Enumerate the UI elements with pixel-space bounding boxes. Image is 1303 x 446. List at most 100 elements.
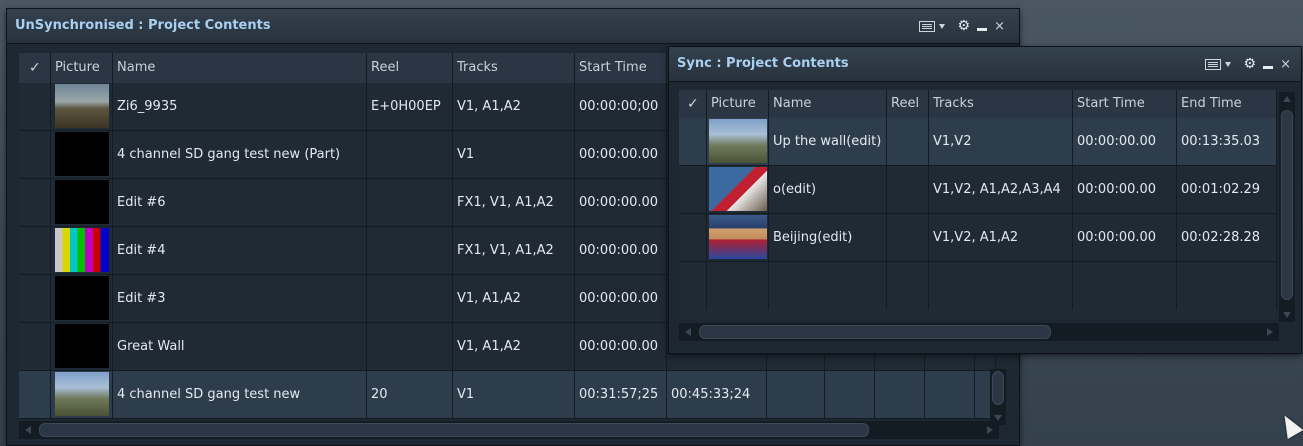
clip-name: o(edit): [769, 166, 887, 213]
tracks-cell: V1, A1,A2: [453, 83, 575, 130]
select-all-checkbox[interactable]: ✓: [679, 90, 707, 118]
vertical-scroll-thumb[interactable]: [992, 371, 1004, 405]
thumbnail-image: [709, 215, 767, 259]
picture-cell: [51, 323, 113, 370]
gear-icon[interactable]: ⚙: [958, 19, 971, 33]
column-header-tracks[interactable]: Tracks: [929, 90, 1073, 118]
column-header-picture[interactable]: Picture: [51, 53, 113, 83]
start-time-cell: 00:00:00.00: [575, 323, 667, 370]
row-checkbox[interactable]: [19, 83, 51, 130]
end-time-cell: 00:45:33;24: [667, 371, 767, 418]
horizontal-scrollbar[interactable]: [19, 421, 999, 439]
picture-cell: [707, 214, 769, 261]
clip-name: Edit #4: [113, 227, 367, 274]
reel-cell: [367, 323, 453, 370]
row-checkbox[interactable]: [679, 214, 707, 261]
reel-cell: [367, 131, 453, 178]
row-checkbox[interactable]: [679, 166, 707, 213]
gear-icon[interactable]: ⚙: [1244, 57, 1257, 71]
empty-cell: [767, 371, 825, 418]
select-all-checkbox[interactable]: ✓: [19, 53, 51, 83]
thumbnail-image: [709, 167, 767, 211]
column-header-name[interactable]: Name: [113, 53, 367, 83]
close-icon[interactable]: ×: [994, 20, 1005, 33]
end-time-cell: 00:01:02.29: [1177, 166, 1277, 213]
start-time-cell: 00:00:00;00: [575, 83, 667, 130]
column-header-start-time[interactable]: Start Time: [1073, 90, 1177, 118]
mouse-pointer-icon: [1276, 410, 1303, 440]
start-time-cell: 00:00:00.00: [575, 275, 667, 322]
tracks-cell: V1: [453, 131, 575, 178]
empty-cell: [925, 371, 975, 418]
reel-cell: E+0H00EP: [367, 83, 453, 130]
horizontal-scrollbar[interactable]: [679, 323, 1279, 341]
tracks-cell: FX1, V1, A1,A2: [453, 227, 575, 274]
start-time-cell: 00:31:57;25: [575, 371, 667, 418]
row-checkbox[interactable]: [19, 371, 51, 418]
clip-name: Edit #3: [113, 275, 367, 322]
thumbnail-image: [709, 119, 767, 163]
table-row[interactable]: o(edit) V1,V2, A1,A2,A3,A4 00:00:00.00 00:0…: [679, 166, 1277, 214]
vertical-scroll-thumb[interactable]: [1281, 110, 1293, 300]
column-header-tracks[interactable]: Tracks: [453, 53, 575, 83]
row-checkbox[interactable]: [679, 118, 707, 165]
picture-cell: [707, 166, 769, 213]
table-row[interactable]: Up the wall(edit) V1,V2 00:00:00.00 00:13:3…: [679, 118, 1277, 166]
horizontal-scroll-thumb[interactable]: [39, 423, 869, 437]
start-time-cell: 00:00:00.00: [575, 227, 667, 274]
scroll-right-arrow-icon[interactable]: [987, 426, 993, 434]
unsync-panel-titlebar[interactable]: UnSynchronised : Project Contents ⚙ ×: [7, 9, 1019, 44]
clip-name: Edit #6: [113, 179, 367, 226]
panel-title: UnSynchronised : Project Contents: [15, 18, 271, 33]
tracks-cell: V1, A1,A2: [453, 323, 575, 370]
list-menu-icon[interactable]: [1204, 58, 1221, 70]
reel-cell: [367, 179, 453, 226]
table-row[interactable]: 4 channel SD gang test new 20 V1 00:31:57;2…: [19, 371, 996, 419]
reel-cell: [367, 227, 453, 274]
start-time-cell: 00:00:00.00: [1073, 214, 1177, 261]
picture-cell: [51, 179, 113, 226]
clip-name: 4 channel SD gang test new: [113, 371, 367, 418]
reel-cell: [887, 214, 929, 261]
list-menu-icon[interactable]: [918, 20, 935, 32]
scroll-left-arrow-icon[interactable]: [685, 328, 691, 336]
vertical-scrollbar[interactable]: [1279, 92, 1295, 322]
start-time-cell: 00:00:00.00: [1073, 118, 1177, 165]
end-time-cell: 00:02:28.28: [1177, 214, 1277, 261]
sync-project-panel: Sync : Project Contents ⚙ × ✓ Picture Na…: [668, 46, 1302, 354]
row-checkbox[interactable]: [19, 227, 51, 274]
table-row[interactable]: Beijing(edit) V1,V2, A1,A2 00:00:00.00 00:0…: [679, 214, 1277, 262]
scroll-up-arrow-icon[interactable]: [1283, 96, 1291, 102]
vertical-scrollbar[interactable]: [990, 369, 1006, 425]
table-header: ✓ Picture Name Reel Tracks Start Time En…: [679, 90, 1277, 119]
tracks-cell: V1,V2, A1,A2,A3,A4: [929, 166, 1073, 213]
column-header-name[interactable]: Name: [769, 90, 887, 118]
thumbnail-image: [55, 372, 109, 416]
minimize-icon[interactable]: [977, 27, 988, 31]
minimize-icon[interactable]: [1263, 65, 1274, 69]
column-header-picture[interactable]: Picture: [707, 90, 769, 118]
scroll-down-arrow-icon[interactable]: [1283, 312, 1291, 318]
column-header-end-time[interactable]: End Time: [1177, 90, 1277, 118]
end-time-cell: 00:13:35.03: [1177, 118, 1277, 165]
empty-cell: [875, 371, 925, 418]
column-header-reel[interactable]: Reel: [367, 53, 453, 83]
column-header-reel[interactable]: Reel: [887, 90, 929, 118]
horizontal-scroll-thumb[interactable]: [699, 325, 1051, 339]
scroll-right-arrow-icon[interactable]: [1267, 328, 1273, 336]
row-checkbox[interactable]: [19, 131, 51, 178]
close-icon[interactable]: ×: [1280, 58, 1291, 71]
scroll-left-arrow-icon[interactable]: [25, 426, 31, 434]
reel-cell: [367, 275, 453, 322]
start-time-cell: 00:00:00.00: [575, 179, 667, 226]
clip-name: Up the wall(edit): [769, 118, 887, 165]
thumbnail-image: [55, 180, 109, 224]
sync-panel-titlebar[interactable]: Sync : Project Contents ⚙ ×: [669, 47, 1301, 82]
row-checkbox[interactable]: [19, 275, 51, 322]
column-header-start-time[interactable]: Start Time: [575, 53, 667, 83]
menu-dropdown-arrow-icon[interactable]: [938, 23, 945, 29]
start-time-cell: 00:00:00.00: [575, 131, 667, 178]
menu-dropdown-arrow-icon[interactable]: [1224, 61, 1231, 67]
row-checkbox[interactable]: [19, 179, 51, 226]
row-checkbox[interactable]: [19, 323, 51, 370]
